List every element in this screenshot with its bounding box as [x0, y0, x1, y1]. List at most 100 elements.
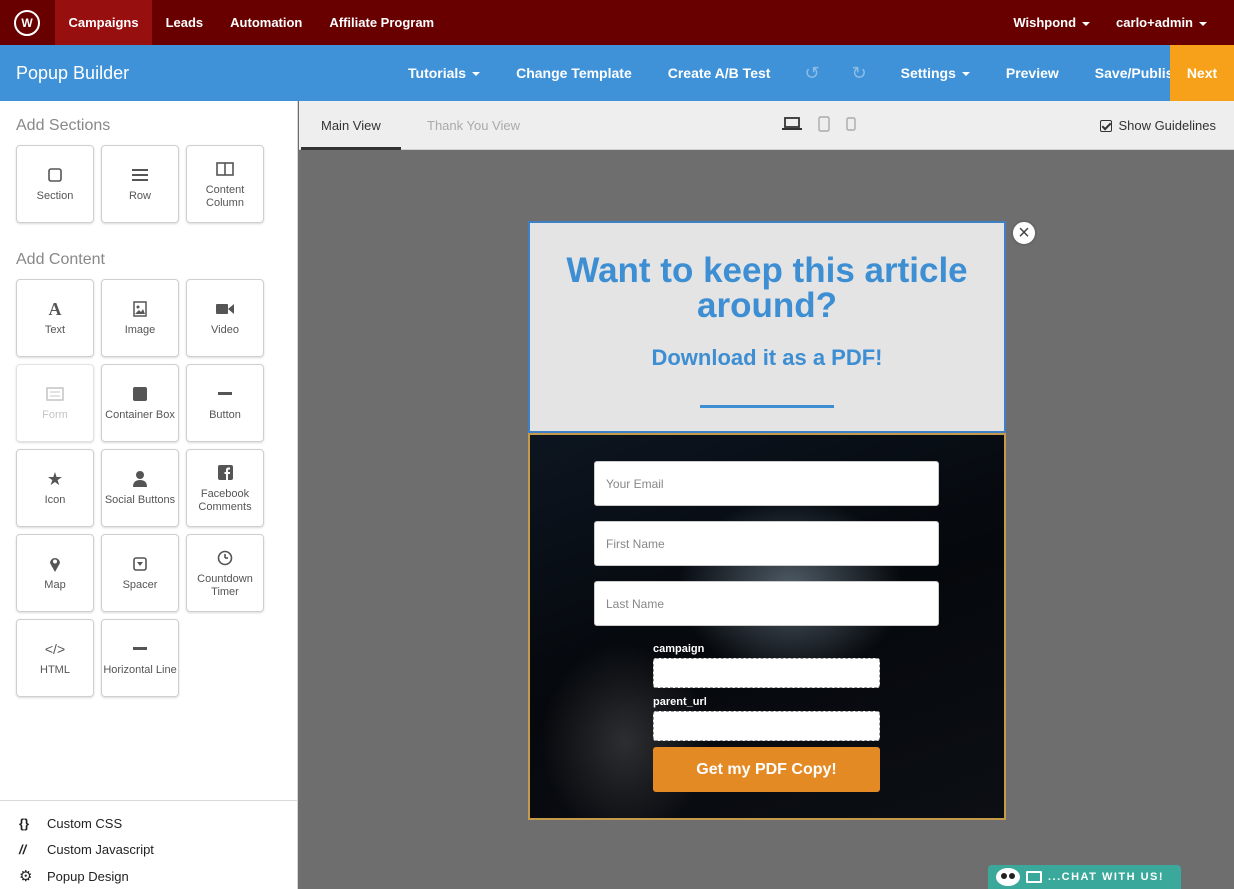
tile-label: Spacer — [122, 579, 158, 591]
tile-button[interactable]: Button — [186, 364, 264, 442]
laptop-icon — [1026, 871, 1042, 883]
popup-divider[interactable] — [700, 405, 834, 408]
user-name: carlo+admin — [1116, 15, 1193, 30]
add-content-title: Add Content — [16, 251, 105, 268]
clock-icon — [217, 548, 233, 568]
tile-label: Content Column — [205, 183, 245, 209]
builder-title: Popup Builder — [16, 62, 130, 83]
tile-container-box[interactable]: Container Box — [101, 364, 179, 442]
view-tabs-bar: Main View Thank You View Show Guidelines — [299, 101, 1234, 150]
tile-row[interactable]: Row — [101, 145, 179, 223]
show-guidelines-toggle[interactable]: Show Guidelines — [1100, 118, 1216, 133]
change-template-button[interactable]: Change Template — [498, 65, 650, 81]
square-icon — [48, 165, 62, 185]
chevron-down-icon — [1199, 21, 1207, 26]
first-name-field[interactable]: First Name — [594, 521, 939, 566]
tab-main-view[interactable]: Main View — [301, 101, 401, 150]
tile-section[interactable]: Section — [16, 145, 94, 223]
parent-url-label: parent_url — [653, 696, 707, 708]
tile-social-buttons[interactable]: Social Buttons — [101, 449, 179, 527]
gear-icon: ⚙ — [19, 868, 33, 886]
settings-dropdown[interactable]: Settings — [883, 65, 988, 81]
tile-label: Countdown Timer — [197, 572, 253, 598]
popup-header-section[interactable]: Want to keep this article around? Downlo… — [528, 221, 1006, 433]
container-icon — [133, 384, 147, 404]
tile-label: Text — [44, 324, 66, 336]
sections-grid: Section Row Content Column — [0, 145, 297, 223]
campaign-label: campaign — [653, 643, 705, 655]
nav-campaigns[interactable]: Campaigns — [55, 0, 153, 45]
chevron-down-icon — [961, 72, 970, 77]
sidebar: Add Sections Section Row Content Column … — [0, 101, 298, 889]
star-icon: ★ — [46, 468, 64, 489]
tile-label: Video — [211, 324, 239, 336]
tile-label: Horizontal Line — [103, 664, 177, 676]
button-icon — [218, 384, 232, 404]
close-icon[interactable]: × — [1011, 220, 1037, 246]
nav-leads[interactable]: Leads — [152, 0, 217, 45]
tile-horizontal-line[interactable]: Horizontal Line — [101, 619, 179, 697]
tile-spacer[interactable]: Spacer — [101, 534, 179, 612]
tile-label: Map — [44, 579, 66, 591]
tile-map[interactable]: Map — [16, 534, 94, 612]
user-dropdown[interactable]: carlo+admin — [1103, 15, 1220, 30]
tile-label: Section — [36, 190, 74, 202]
custom-javascript-link[interactable]: // Custom Javascript — [0, 837, 297, 864]
chat-widget[interactable]: ...CHAT WITH US! — [988, 865, 1181, 889]
redo-icon[interactable]: ↻ — [836, 63, 883, 84]
tile-video[interactable]: Video — [186, 279, 264, 357]
tile-content-column[interactable]: Content Column — [186, 145, 264, 223]
tile-html[interactable]: </> HTML — [16, 619, 94, 697]
account-name: Wishpond — [1013, 15, 1077, 30]
tab-thank-you-view[interactable]: Thank You View — [407, 101, 540, 150]
sidebar-footer: {} Custom CSS // Custom Javascript ⚙ Pop… — [0, 800, 297, 889]
wishpond-logo[interactable]: W — [14, 9, 40, 36]
add-sections-title: Add Sections — [16, 117, 111, 134]
last-name-field[interactable]: Last Name — [594, 581, 939, 626]
guidelines-label: Show Guidelines — [1118, 118, 1216, 133]
undo-icon[interactable]: ↺ — [788, 63, 835, 84]
mobile-icon[interactable] — [846, 116, 856, 137]
panda-icon — [996, 868, 1020, 886]
campaign-hidden-field[interactable] — [653, 658, 880, 688]
tutorials-dropdown[interactable]: Tutorials — [390, 65, 498, 81]
tile-label: Container Box — [105, 409, 175, 421]
tile-label: Button — [209, 409, 241, 421]
guidelines-checkbox[interactable] — [1100, 119, 1113, 132]
tile-label: Icon — [44, 494, 66, 506]
get-pdf-button[interactable]: Get my PDF Copy! — [653, 747, 880, 792]
map-pin-icon — [49, 554, 61, 574]
columns-icon — [216, 159, 234, 179]
tile-countdown-timer[interactable]: Countdown Timer — [186, 534, 264, 612]
nav-affiliate-program[interactable]: Affiliate Program — [316, 0, 448, 45]
popup-design-link[interactable]: ⚙ Popup Design — [0, 863, 297, 889]
desktop-icon[interactable] — [782, 116, 802, 137]
chevron-down-icon — [472, 72, 481, 77]
custom-css-link[interactable]: {} Custom CSS — [0, 810, 297, 837]
image-icon — [133, 299, 147, 319]
settings-label: Settings — [900, 65, 956, 81]
tile-image[interactable]: Image — [101, 279, 179, 357]
person-icon — [133, 469, 147, 489]
top-navigation: W Campaigns Leads Automation Affiliate P… — [0, 0, 1234, 45]
email-field[interactable]: Your Email — [594, 461, 939, 506]
tile-form: Form — [16, 364, 94, 442]
tile-text[interactable]: A Text — [16, 279, 94, 357]
popup-subheading[interactable]: Download it as a PDF! — [530, 345, 1004, 371]
tablet-icon[interactable] — [818, 116, 830, 137]
video-icon — [216, 299, 234, 319]
form-icon — [46, 384, 64, 404]
preview-button[interactable]: Preview — [988, 65, 1077, 81]
tile-icon[interactable]: ★ Icon — [16, 449, 94, 527]
tile-label: Row — [128, 190, 151, 202]
account-dropdown[interactable]: Wishpond — [1000, 15, 1103, 30]
nav-automation[interactable]: Automation — [217, 0, 316, 45]
parent-url-hidden-field[interactable] — [653, 711, 880, 741]
tile-facebook-comments[interactable]: Facebook Comments — [186, 449, 264, 527]
popup-heading[interactable]: Want to keep this article around? — [530, 253, 1004, 323]
spacer-icon — [133, 554, 147, 574]
facebook-icon — [217, 463, 233, 483]
create-ab-test-button[interactable]: Create A/B Test — [650, 65, 789, 81]
footer-label: Popup Design — [47, 868, 129, 884]
next-button[interactable]: Next — [1170, 45, 1234, 101]
